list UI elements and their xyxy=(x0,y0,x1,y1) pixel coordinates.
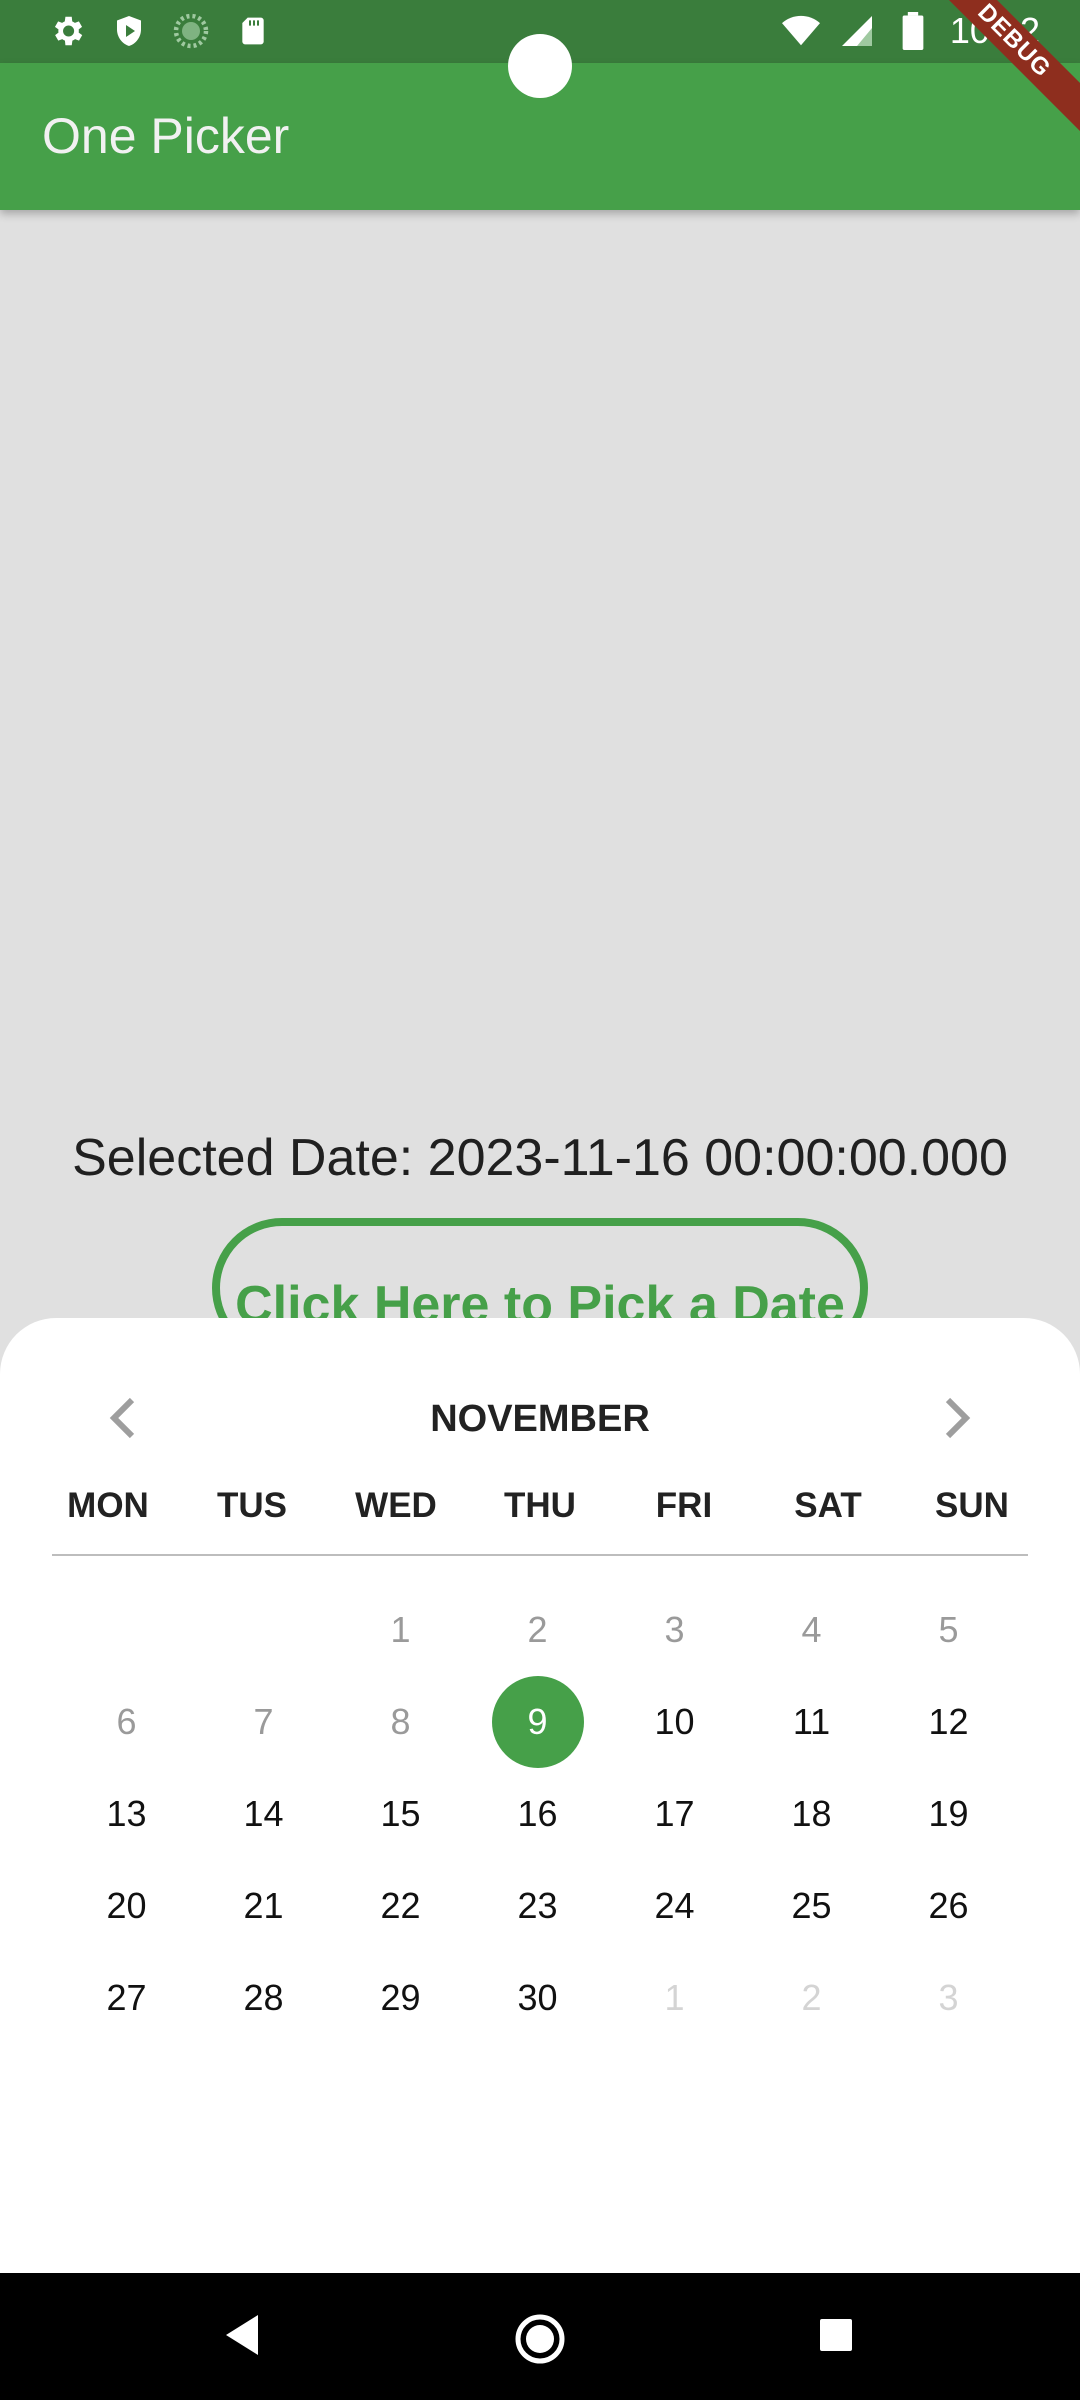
back-triangle-icon xyxy=(226,2315,258,2355)
back-button[interactable] xyxy=(222,2313,262,2362)
calendar-day-selected[interactable]: 9 xyxy=(469,1676,606,1768)
calendar-day[interactable]: 25 xyxy=(743,1860,880,1952)
calendar-day-next-month: 2 xyxy=(801,1977,822,2018)
loading-dots-icon xyxy=(172,12,210,50)
calendar-week: 27 28 29 30 1 2 3 xyxy=(58,1952,1018,2044)
calendar-day[interactable]: 7 xyxy=(195,1676,332,1768)
wifi-icon xyxy=(781,12,820,50)
system-navigation-bar xyxy=(0,2273,1080,2400)
calendar-grid: 1 2 3 4 5 6 7 8 9 10 11 12 13 14 15 16 1… xyxy=(58,1584,1018,2044)
weekday-label: FRI xyxy=(655,1486,713,1525)
calendar-day[interactable]: 4 xyxy=(743,1584,880,1676)
recent-square-icon xyxy=(820,2319,852,2351)
weekday-label: THU xyxy=(504,1486,576,1525)
calendar-day[interactable]: 18 xyxy=(743,1768,880,1860)
weekday-label: WED xyxy=(355,1486,437,1525)
recent-apps-button[interactable] xyxy=(818,2317,854,2358)
calendar-day[interactable]: 14 xyxy=(195,1768,332,1860)
calendar-day-empty xyxy=(195,1584,332,1676)
weekday-label: MON xyxy=(67,1486,149,1525)
calendar-day[interactable]: 26 xyxy=(880,1860,1017,1952)
camera-cutout xyxy=(508,34,572,98)
date-picker-sheet: NOVEMBER MON TUS WED THU FRI SAT SUN 1 2… xyxy=(0,1318,1080,2273)
weekday-divider xyxy=(52,1554,1028,1556)
next-month-button[interactable] xyxy=(924,1386,988,1450)
calendar-header: NOVEMBER xyxy=(0,1378,1080,1458)
calendar-day[interactable]: 16 xyxy=(469,1768,606,1860)
weekday-label: SAT xyxy=(794,1486,862,1525)
calendar-day-empty xyxy=(58,1584,195,1676)
selected-day-label: 9 xyxy=(491,1676,584,1768)
calendar-day[interactable]: 28 xyxy=(195,1952,332,2044)
home-button[interactable] xyxy=(514,2313,566,2370)
calendar-day[interactable]: 10 xyxy=(606,1676,743,1768)
calendar-day[interactable]: 29 xyxy=(332,1952,469,2044)
calendar-day[interactable]: 13 xyxy=(58,1768,195,1860)
calendar-day[interactable]: 27 xyxy=(58,1952,195,2044)
battery-icon xyxy=(894,12,932,50)
calendar-day[interactable]: 19 xyxy=(880,1768,1017,1860)
calendar-week: 13 14 15 16 17 18 19 xyxy=(58,1768,1018,1860)
calendar-day[interactable]: 5 xyxy=(880,1584,1017,1676)
calendar-day[interactable]: 11 xyxy=(743,1676,880,1768)
calendar-day[interactable]: 22 xyxy=(332,1860,469,1952)
signal-icon xyxy=(838,12,876,50)
weekday-label: SUN xyxy=(935,1486,1009,1525)
calendar-day[interactable]: 12 xyxy=(880,1676,1017,1768)
calendar-day[interactable]: 17 xyxy=(606,1768,743,1860)
calendar-day[interactable]: 20 xyxy=(58,1860,195,1952)
weekday-header: MON TUS WED THU FRI SAT SUN xyxy=(36,1486,1044,1526)
home-circle-icon xyxy=(515,2314,565,2364)
weekday-label: TUS xyxy=(217,1486,287,1525)
calendar-day[interactable]: 3 xyxy=(606,1584,743,1676)
calendar-day[interactable]: 8 xyxy=(332,1676,469,1768)
shield-play-icon xyxy=(110,12,148,50)
calendar-week: 20 21 22 23 24 25 26 xyxy=(58,1860,1018,1952)
selected-date-text: Selected Date: 2023-11-16 00:00:00.000 xyxy=(72,1129,1008,1187)
month-title: NOVEMBER xyxy=(430,1398,650,1440)
chevron-right-icon xyxy=(945,1397,971,1439)
calendar-day[interactable]: 1 xyxy=(332,1584,469,1676)
calendar-week: 1 2 3 4 5 xyxy=(58,1584,1018,1676)
calendar-day[interactable]: 21 xyxy=(195,1860,332,1952)
calendar-day[interactable]: 30 xyxy=(469,1952,606,2044)
calendar-day-next-month: 1 xyxy=(664,1977,685,2018)
page-title: One Picker xyxy=(42,108,290,164)
calendar-day[interactable]: 23 xyxy=(469,1860,606,1952)
sd-card-icon xyxy=(234,12,272,50)
calendar-day-next-month: 3 xyxy=(938,1977,959,2018)
calendar-day[interactable]: 6 xyxy=(58,1676,195,1768)
calendar-day[interactable]: 24 xyxy=(606,1860,743,1952)
calendar-week: 6 7 8 9 10 11 12 xyxy=(58,1676,1018,1768)
calendar-day[interactable]: 15 xyxy=(332,1768,469,1860)
calendar-day[interactable]: 2 xyxy=(469,1584,606,1676)
settings-icon xyxy=(48,12,86,50)
